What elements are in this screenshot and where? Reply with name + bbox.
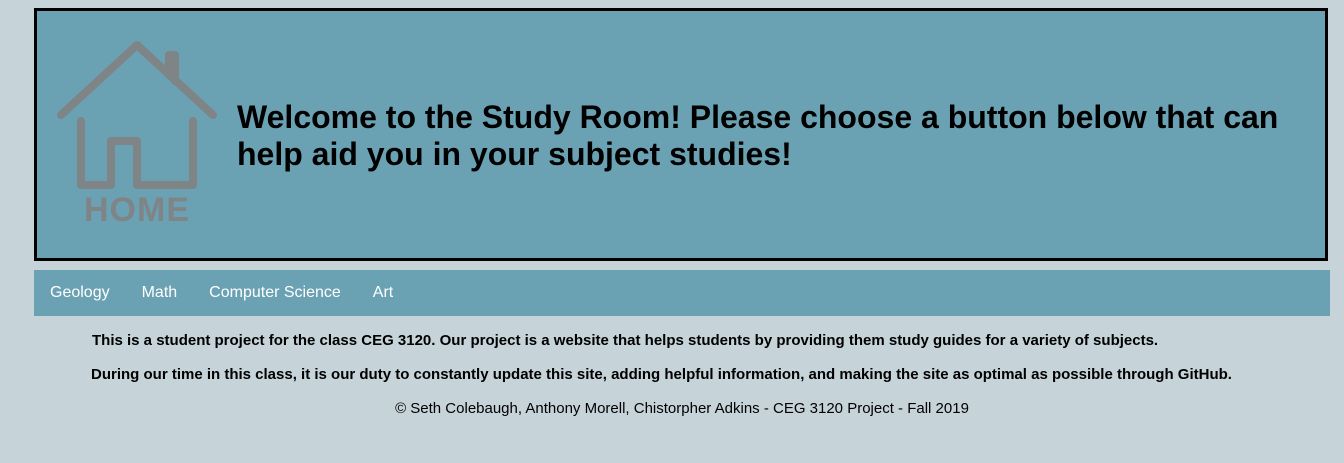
nav-item-computer-science[interactable]: Computer Science (193, 270, 357, 316)
header-banner: HOME Welcome to the Study Room! Please c… (34, 8, 1328, 261)
copyright-footer: © Seth Colebaugh, Anthony Morell, Chisto… (395, 400, 969, 417)
subject-nav: Geology Math Computer Science Art (34, 270, 1330, 316)
nav-item-math[interactable]: Math (126, 270, 194, 316)
home-logo-link[interactable]: HOME (57, 39, 217, 229)
project-description: This is a student project for the class … (92, 332, 1159, 349)
welcome-heading: Welcome to the Study Room! Please choose… (237, 99, 1279, 172)
project-duty-statement: During our time in this class, it is our… (91, 366, 1232, 383)
house-icon (57, 41, 217, 189)
home-logo-label: HOME (84, 191, 190, 229)
page: HOME Welcome to the Study Room! Please c… (0, 0, 1344, 463)
nav-item-art[interactable]: Art (357, 270, 409, 316)
nav-item-geology[interactable]: Geology (34, 270, 126, 316)
